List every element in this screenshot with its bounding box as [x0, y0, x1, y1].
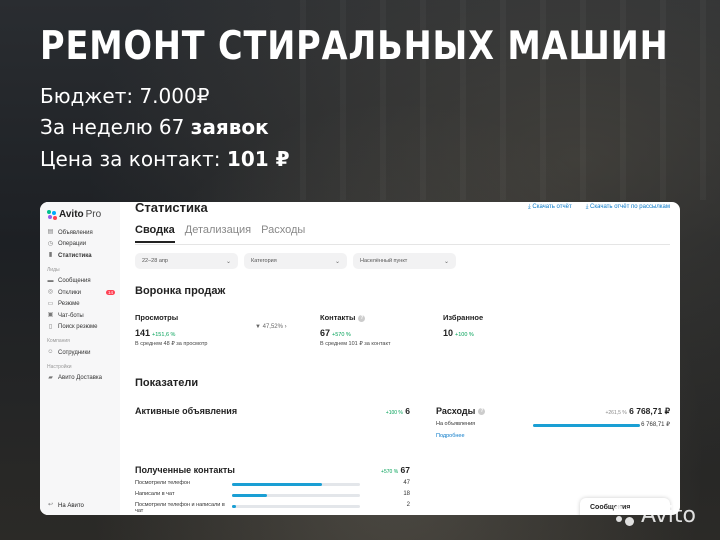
contacts-row-bar — [232, 505, 360, 508]
page-title: Статистика — [135, 202, 208, 215]
download-icon: ⤓ — [528, 204, 531, 210]
info-icon[interactable]: ? — [358, 314, 366, 322]
contacts-row-bar — [232, 483, 360, 486]
contacts-received-label: Полученные контакты — [135, 465, 235, 475]
budget-text: Бюджет: 7.000₽ — [40, 84, 210, 108]
back-arrow-icon: ↩ — [47, 502, 54, 508]
badge: 14 — [105, 290, 115, 296]
resume-icon: ▭ — [47, 300, 54, 307]
sidebar-section-settings: Настройки — [47, 363, 72, 370]
operations-icon: ◷ — [47, 240, 54, 247]
contacts-row-value: 18 — [403, 491, 410, 497]
sidebar-item-listings[interactable]: ▤ Объявления — [47, 227, 120, 239]
headline: РЕМОНТ СТИРАЛЬНЫХ МАШИН — [40, 24, 669, 69]
weekly-leads-text: За неделю 67 заявок — [40, 115, 269, 139]
price-per-contact-text: Цена за контакт: 101 ₽ — [40, 147, 290, 171]
download-mailing-report-link[interactable]: ⤓ Скачать отчёт по рассылкам — [586, 204, 670, 211]
chevron-down-icon: ⌄ — [443, 258, 449, 265]
sidebar-item-resume-search[interactable]: ▯ Поиск резюме — [47, 322, 120, 334]
contacts-row-bar — [232, 494, 360, 497]
expenses-ads-value: 6 768,71 ₽ — [641, 422, 670, 428]
active-ads-value: +100 % 6 — [385, 406, 410, 416]
tab-2[interactable]: Расходы — [261, 224, 305, 243]
avito-pro-logo[interactable]: Avito Pro — [47, 209, 120, 220]
main-content: Статистика ⤓ Скачать отчёт ⤓ Скачать отч… — [135, 202, 680, 515]
funnel-views: Просмотры 141 +151,6 % В среднем 48 ₽ за … — [135, 313, 208, 347]
details-link[interactable]: Подробнее — [436, 433, 465, 439]
info-icon[interactable]: ? — [478, 408, 486, 416]
contacts-row-label: Посмотрели телефон — [135, 480, 190, 486]
sidebar-item-chatbot[interactable]: ▣ Чат-боты — [47, 310, 120, 322]
messages-icon: ▬ — [47, 277, 54, 284]
listings-icon: ▤ — [47, 229, 54, 236]
expenses-value: +261,5 % 6 768,71 ₽ — [605, 406, 670, 416]
funnel-title: Воронка продаж — [135, 285, 226, 297]
sidebar-section-company: Компания — [47, 338, 70, 344]
tab-1[interactable]: Детализация — [185, 224, 251, 243]
sidebar-item-employees[interactable]: ☺ Сотрудники — [47, 347, 120, 359]
contacts-row-label: Написали в чат — [135, 491, 175, 497]
chatbot-icon: ▣ — [47, 312, 54, 319]
sidebar-item-stats[interactable]: ▮ Статистика — [47, 250, 120, 262]
contacts-row-value: 47 — [403, 480, 410, 486]
sidebar-item-messages[interactable]: ▬ Сообщения — [47, 276, 120, 288]
contacts-received-value: +570 % 67 — [381, 465, 410, 475]
back-to-avito-link[interactable]: ↩ На Авито — [47, 502, 84, 509]
sidebar-section-leads: Лиды — [47, 266, 60, 273]
expenses-ads-bar — [533, 424, 640, 427]
contacts-row-value: 2 — [406, 502, 410, 508]
avito-logo-icon — [614, 504, 636, 527]
employees-icon: ☺ — [47, 349, 54, 356]
responses-icon: ◎ — [47, 289, 54, 296]
location-select[interactable]: Населённый пункт ⌄ — [353, 253, 456, 269]
sidebar-item-responses[interactable]: ◎ Отклики 14 — [47, 287, 120, 299]
avito-logo-icon — [47, 209, 57, 220]
active-ads-label: Активные объявления — [135, 406, 238, 416]
period-select[interactable]: 22–28 апр ⌄ — [135, 253, 238, 269]
contacts-row-label: Посмотрели телефон и написали в чат — [135, 502, 225, 514]
resume-search-icon: ▯ — [48, 323, 53, 330]
sidebar-item-delivery[interactable]: ▰ Авито Доставка — [47, 373, 120, 385]
stats-icon: ▮ — [48, 252, 53, 259]
avito-watermark: Avito — [614, 503, 696, 528]
expenses-label: Расходы? — [436, 406, 486, 416]
chevron-down-icon: ⌄ — [334, 258, 340, 265]
indicators-title: Показатели — [135, 377, 199, 389]
funnel-favorites: Избранное 10 +100 % — [443, 313, 484, 338]
sidebar-item-operations[interactable]: ◷ Операции — [47, 239, 120, 251]
category-select[interactable]: Категория ⌄ — [244, 253, 347, 269]
funnel-conversion: ▼ 47,52% › — [255, 324, 287, 330]
sidebar-item-resume[interactable]: ▭ Резюме — [47, 299, 120, 311]
funnel-contacts: Контакты? 67 +570 % В среднем 101 ₽ за ко… — [320, 313, 391, 347]
expenses-ads-label: На объявления — [436, 421, 476, 427]
delivery-icon: ▰ — [48, 374, 53, 381]
chevron-down-icon: ⌄ — [225, 258, 231, 265]
download-icon: ⤓ — [585, 204, 589, 210]
tab-0[interactable]: Сводка — [135, 224, 175, 243]
download-report-link[interactable]: ⤓ Скачать отчёт — [528, 204, 572, 211]
avito-pro-screenshot: Avito Pro ▤ Объявления ◷ Операции ▮ Статистика… — [40, 202, 680, 515]
sidebar: Avito Pro ▤ Объявления ◷ Операции ▮ Статистика… — [40, 202, 120, 515]
